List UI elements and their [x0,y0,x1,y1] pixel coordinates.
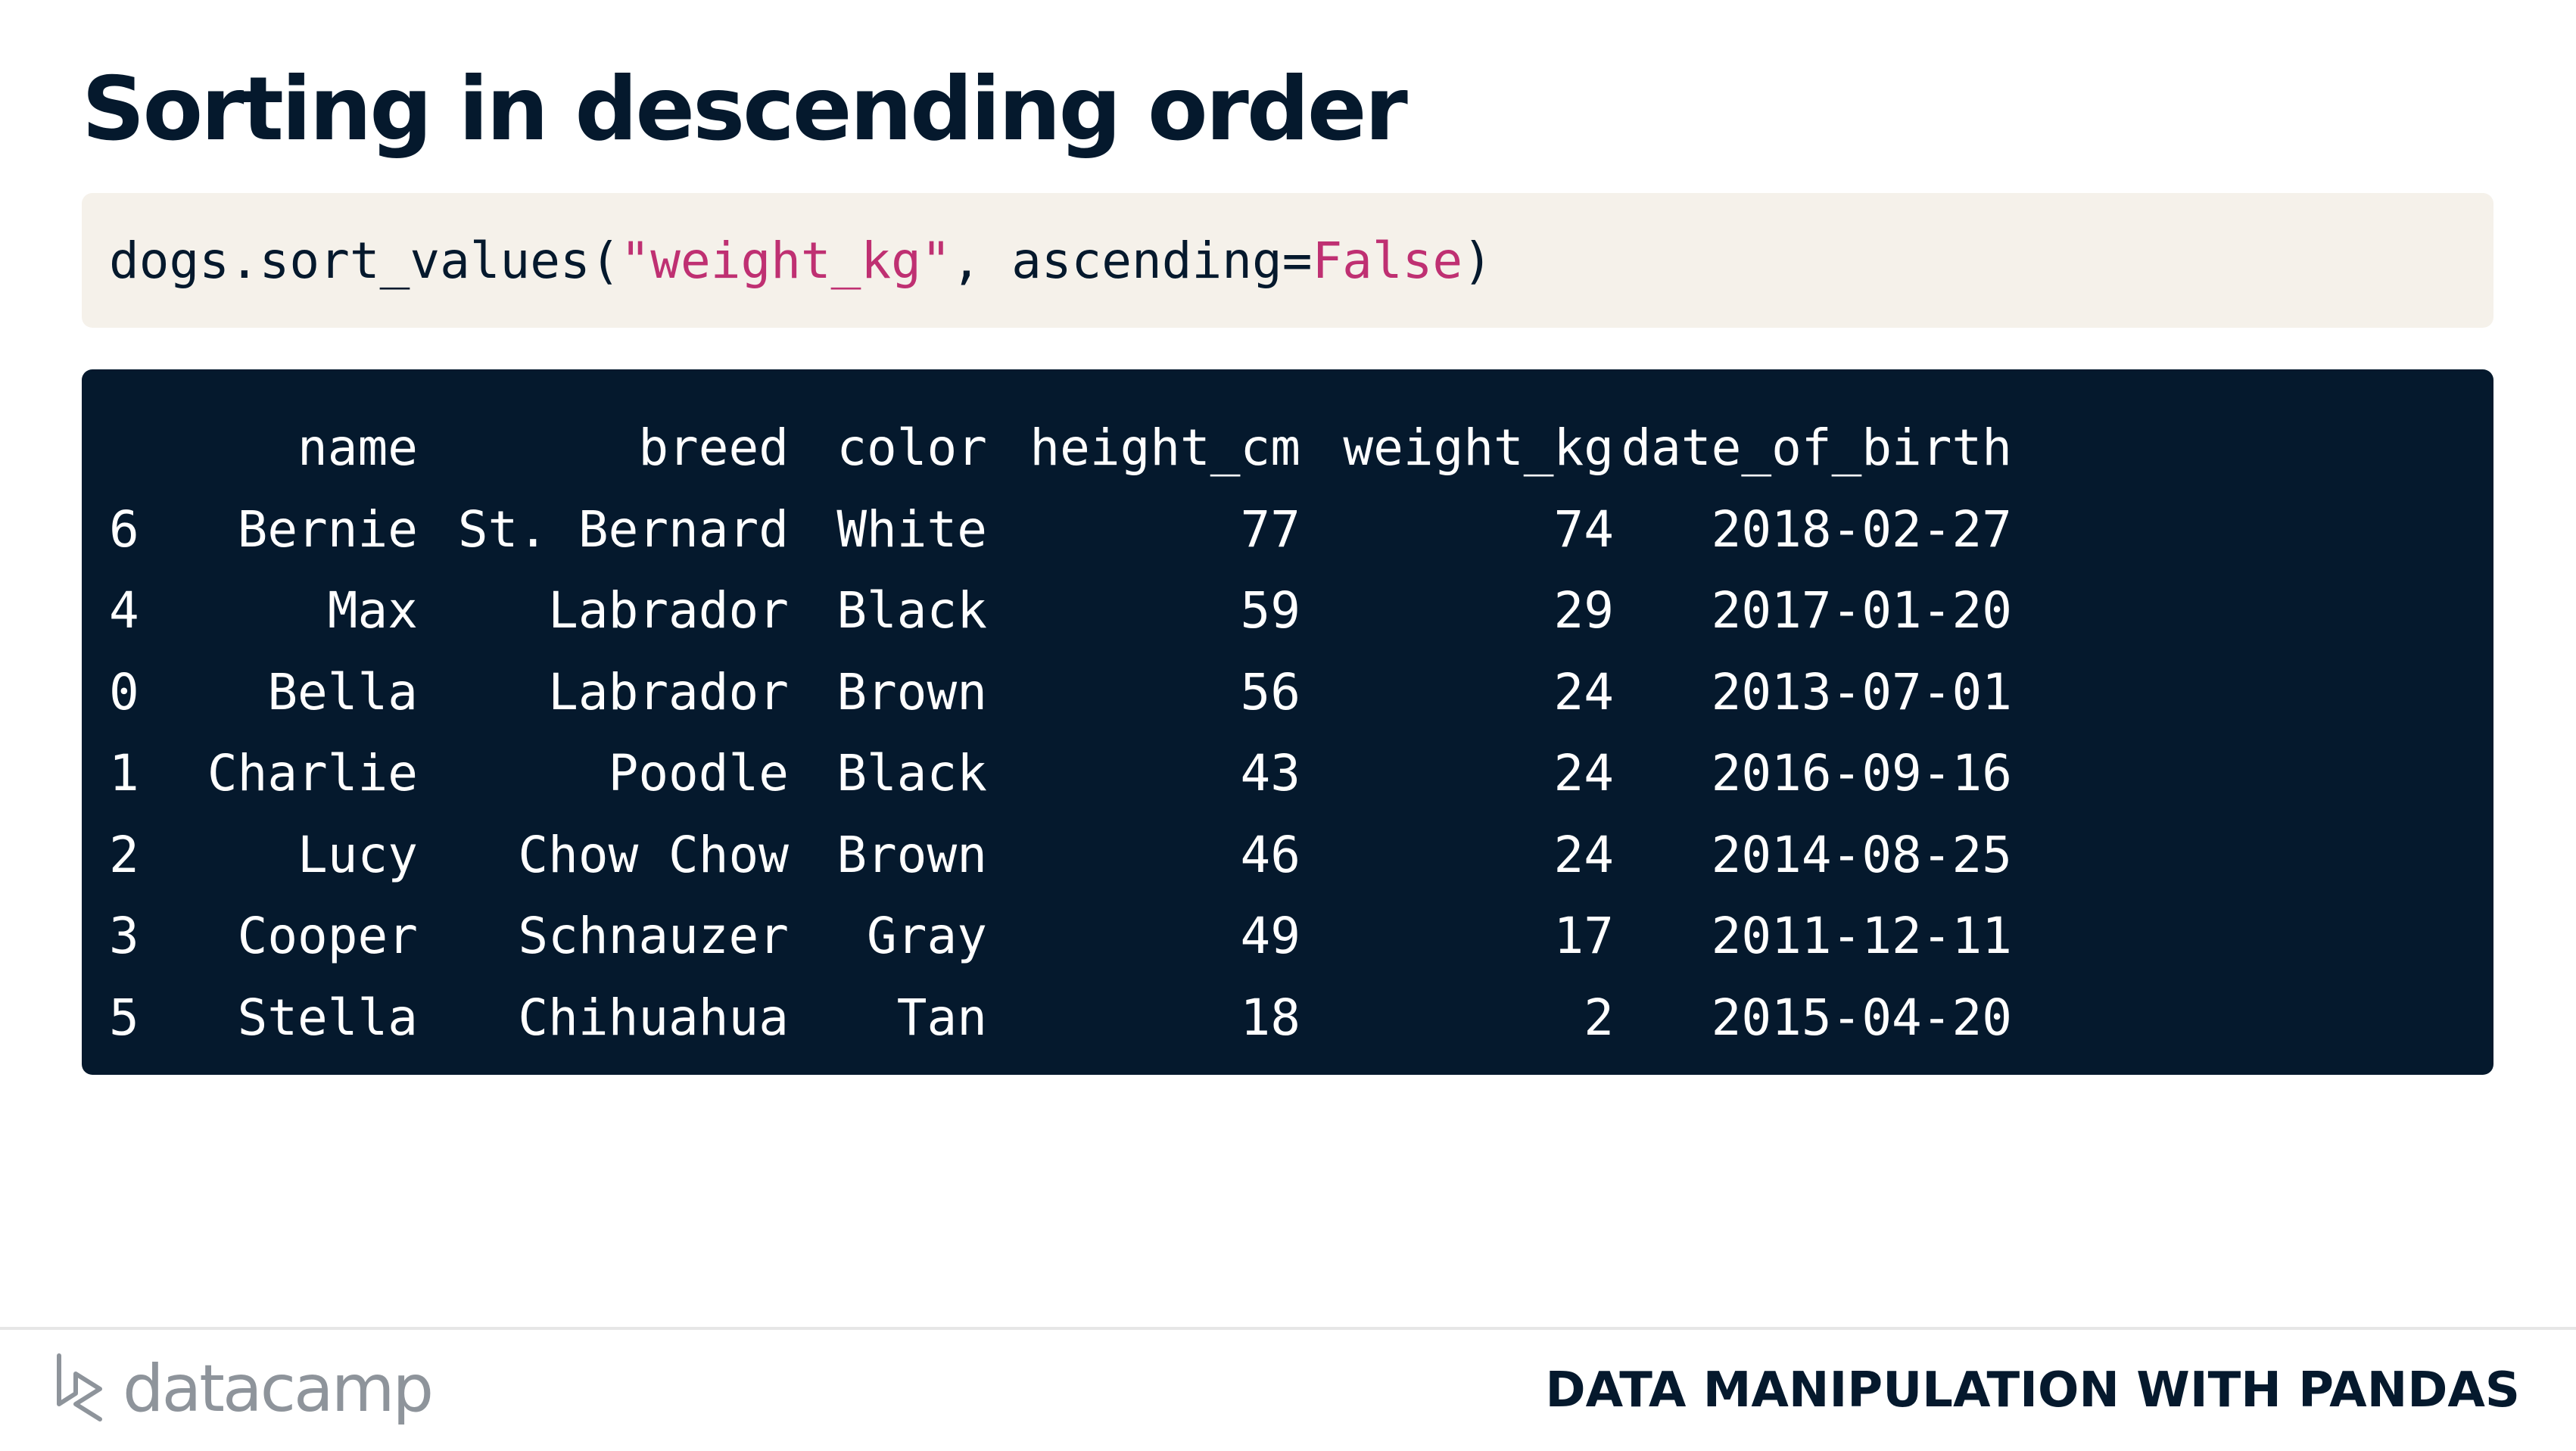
cell-color: Brown [836,662,987,721]
cell-breed: Labrador [548,581,789,640]
cell-weight-kg: 24 [1553,662,1614,721]
cell-breed: Schnauzer [518,907,789,965]
row-index: 2 [109,825,139,884]
header-breed: breed [638,419,789,477]
output-block: name breed color height_cm weight_kg dat… [82,369,2493,1075]
row-index: 1 [109,744,139,802]
table-row: 0 Bella Labrador Brown 56 24 2013-07-01 [109,652,2012,733]
cell-color: Black [836,581,987,640]
code-block: dogs.sort_values("weight_kg", ascending=… [82,193,2493,328]
cell-breed: Labrador [548,662,789,721]
header-color: color [836,419,987,477]
cell-date-of-birth: 2015-04-20 [1711,988,2012,1047]
header-date-of-birth: date_of_birth [1621,419,2012,477]
cell-color: Tan [896,988,987,1047]
row-index: 6 [109,500,139,559]
cell-date-of-birth: 2016-09-16 [1711,744,2012,802]
cell-breed: Chow Chow [518,825,789,884]
cell-weight-kg: 74 [1553,500,1614,559]
logo-wordmark: datacamp [123,1351,434,1427]
row-index: 4 [109,581,139,640]
table-row: 4 Max Labrador Black 59 29 2017-01-20 [109,570,2012,652]
cell-breed: Poodle [608,744,789,802]
cell-color: White [836,500,987,559]
cell-color: Black [836,744,987,802]
cell-name: Bella [267,662,418,721]
cell-name: Bernie [237,500,418,559]
cell-height-cm: 59 [1240,581,1300,640]
code-suffix: ) [1462,232,1493,290]
table-header-row: name breed color height_cm weight_kg dat… [109,407,2012,489]
cell-name: Charlie [207,744,418,802]
cell-color: Brown [836,825,987,884]
cell-breed: St. Bernard [457,500,789,559]
cell-weight-kg: 29 [1553,581,1614,640]
cell-date-of-birth: 2014-08-25 [1711,825,2012,884]
table-row: 5 Stella Chihuahua Tan 18 2 2015-04-20 [109,977,2012,1059]
cell-date-of-birth: 2017-01-20 [1711,581,2012,640]
cell-date-of-birth: 2013-07-01 [1711,662,2012,721]
cell-height-cm: 43 [1240,744,1300,802]
dataframe-output: name breed color height_cm weight_kg dat… [109,407,2012,1058]
slide-title: Sorting in descending order [82,58,1408,160]
cell-name: Stella [237,988,418,1047]
cell-height-cm: 46 [1240,825,1300,884]
cell-weight-kg: 2 [1584,988,1614,1047]
cell-weight-kg: 17 [1553,907,1614,965]
datacamp-logo: datacamp [53,1347,434,1431]
cell-name: Lucy [297,825,418,884]
header-weight-kg: weight_kg [1343,419,1614,477]
cell-height-cm: 18 [1240,988,1300,1047]
header-name: name [297,419,418,477]
cell-weight-kg: 24 [1553,744,1614,802]
table-row: 6 Bernie St. Bernard White 77 74 2018-02… [109,489,2012,571]
row-index: 3 [109,907,139,965]
code-string-arg: "weight_kg" [620,232,952,290]
cell-height-cm: 56 [1240,662,1300,721]
header-index [109,407,194,489]
header-height-cm: height_cm [1029,419,1300,477]
code-middle: , ascending= [951,232,1313,290]
course-title: DATA MANIPULATION WITH PANDAS [1545,1362,2521,1418]
cell-breed: Chihuahua [518,988,789,1047]
cell-date-of-birth: 2018-02-27 [1711,500,2012,559]
cell-height-cm: 49 [1240,907,1300,965]
cell-weight-kg: 24 [1553,825,1614,884]
cell-name: Max [327,581,418,640]
cell-date-of-birth: 2011-12-11 [1711,907,2012,965]
row-index: 0 [109,662,139,721]
table-row: 2 Lucy Chow Chow Brown 46 24 2014-08-25 [109,814,2012,896]
footer-divider [0,1327,2576,1330]
table-row: 1 Charlie Poodle Black 43 24 2016-09-16 [109,733,2012,814]
cell-height-cm: 77 [1240,500,1300,559]
datacamp-logo-icon [57,1353,102,1421]
table-row: 3 Cooper Schnauzer Gray 49 17 2011-12-11 [109,895,2012,977]
code-keyword: False [1312,232,1463,290]
code-line: dogs.sort_values("weight_kg", ascending=… [109,231,1493,291]
row-index: 5 [109,988,139,1047]
cell-color: Gray [867,907,987,965]
cell-name: Cooper [237,907,418,965]
code-prefix: dogs.sort_values( [109,232,621,290]
